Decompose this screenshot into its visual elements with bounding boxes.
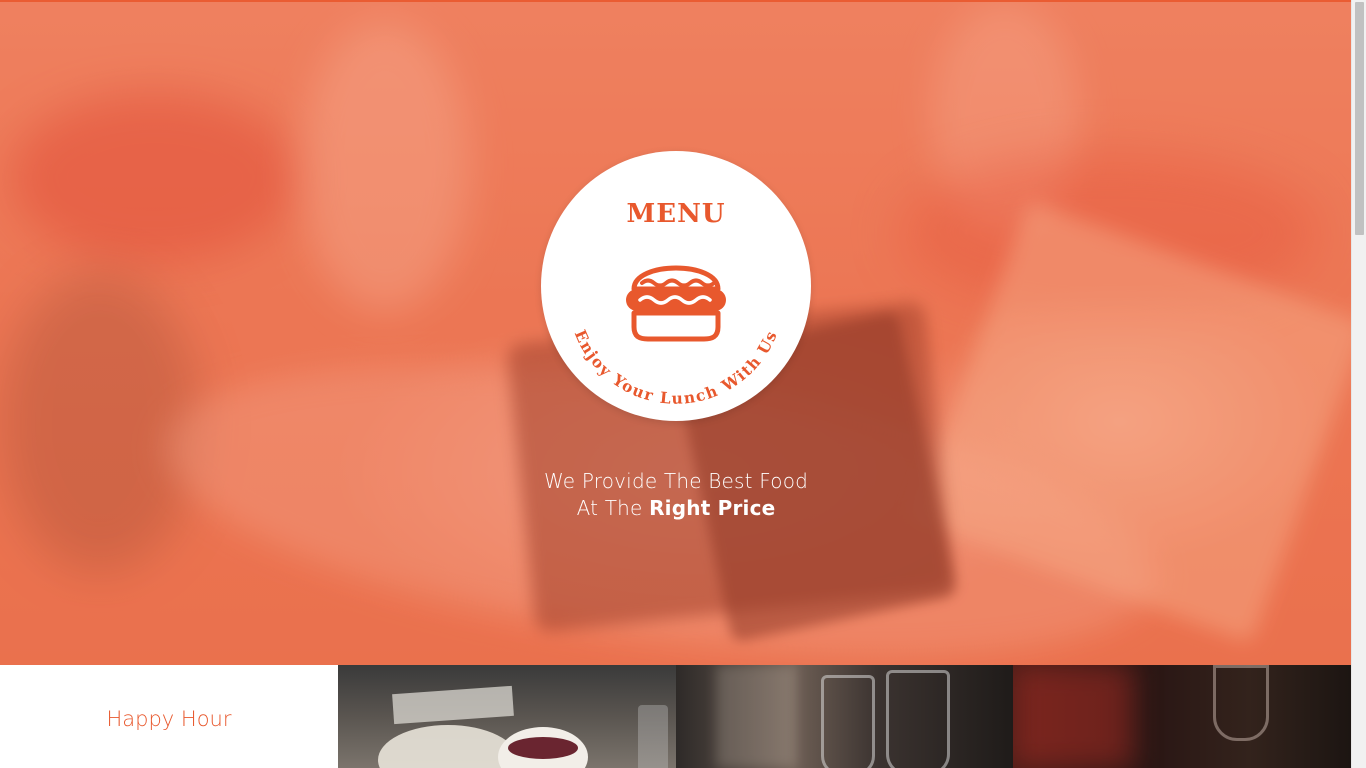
photo-detail — [821, 675, 875, 768]
happy-hour-tile[interactable]: Happy Hour — [0, 665, 338, 768]
page-scrollbar[interactable] — [1351, 0, 1366, 768]
photo-detail — [1213, 665, 1269, 741]
tagline-prefix: At The — [576, 496, 643, 520]
photo-detail — [886, 670, 950, 768]
page: MENU Enjoy Your Lunch With Us We Provide… — [0, 0, 1366, 768]
photo-detail — [378, 725, 518, 768]
happy-hour-heading: Happy Hour — [106, 707, 232, 731]
wine-glasses-photo[interactable] — [676, 665, 1013, 768]
hero-banner: MENU Enjoy Your Lunch With Us We Provide… — [0, 0, 1351, 665]
photo-detail — [638, 705, 668, 768]
feature-strip: Happy Hour — [0, 665, 1351, 768]
svg-text:Enjoy Your Lunch With Us: Enjoy Your Lunch With Us — [571, 327, 781, 408]
hero-tagline: We Provide The Best Food At The Right Pr… — [476, 468, 876, 522]
scrollbar-thumb[interactable] — [1355, 2, 1364, 235]
tagline-emphasis: Right Price — [649, 496, 776, 520]
photo-detail — [392, 685, 514, 725]
photo-detail — [1013, 665, 1133, 768]
table-setting-photo[interactable] — [338, 665, 676, 768]
red-wine-photo[interactable] — [1013, 665, 1351, 768]
photo-detail — [508, 737, 578, 759]
logo-arc-text: Enjoy Your Lunch With Us — [571, 327, 781, 408]
tagline-line-2: At The Right Price — [476, 495, 876, 522]
menu-logo-badge[interactable]: MENU Enjoy Your Lunch With Us — [541, 151, 811, 421]
tagline-line-1: We Provide The Best Food — [543, 469, 809, 493]
photo-detail — [716, 665, 796, 768]
